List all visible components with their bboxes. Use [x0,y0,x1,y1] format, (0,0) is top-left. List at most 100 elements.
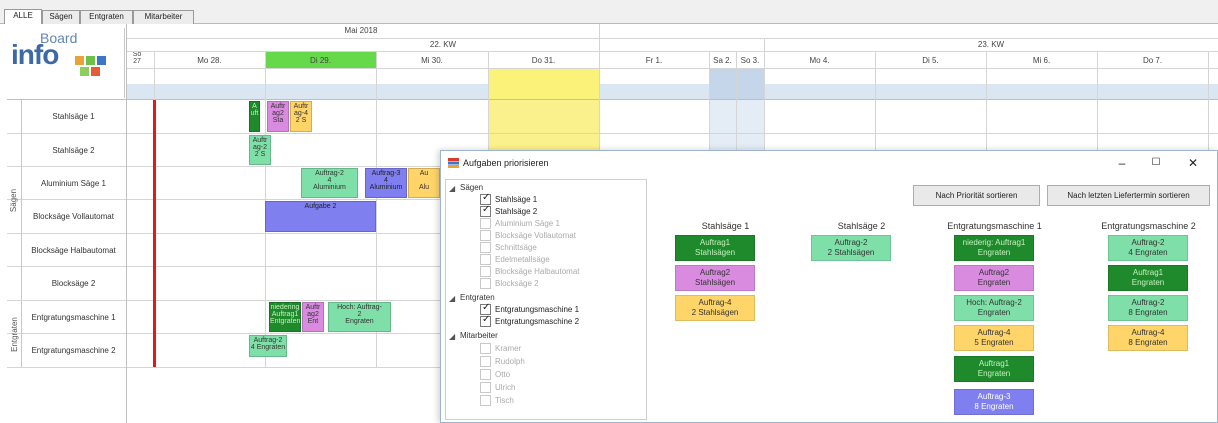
close-button[interactable]: ✕ [1179,154,1207,172]
task-card[interactable]: Auftrag-4 8 Engraten [1108,325,1188,351]
day-header: Fr 1. [645,56,663,65]
card-subtitle: Stahlsägen [694,248,736,257]
task-bar[interactable]: Aufgabe 2 [265,201,376,232]
task-card[interactable]: Auftrag1 Stahlsägen [675,235,755,261]
tab-entgraten[interactable]: Entgraten [80,10,133,24]
tree-checkbox[interactable] [480,395,491,406]
logo-square-orange [75,56,84,65]
tree-item-label[interactable]: Entgratungsmaschine 2 [495,317,579,326]
card-title: Auftrag-4 [1131,328,1165,337]
task-card[interactable]: Auftrag-2 8 Engraten [1108,295,1188,321]
tree-group-label[interactable]: Sägen [460,183,483,192]
app-icon [448,158,459,168]
tree-checkbox[interactable] [480,218,491,229]
task-bar[interactable]: Auftr ag2 Ent [302,302,324,332]
task-bar[interactable]: Auftr ag2 Sta [267,101,289,132]
tree-group-label[interactable]: Entgraten [460,293,495,302]
task-card[interactable]: Hoch: Auftrag-2 Engraten [954,295,1034,321]
card-subtitle: 2 Stahlsägen [827,248,875,257]
tab-saegen[interactable]: Sägen [42,10,80,24]
check-icon: ✓ [482,192,491,203]
resource-tree[interactable]: ◢ Sägen ✓ Stahlsäge 1 ✓ Stahlsäge 2 Alum… [445,179,647,420]
collapse-arrow-icon[interactable]: ◢ [449,184,455,193]
task-card[interactable]: Auftrag1 Engraten [1108,265,1188,291]
col-line [126,24,127,423]
card-title: Auftrag2 [978,268,1010,277]
sort-by-delivery-button[interactable]: Nach letzten Liefertermin sortieren [1047,185,1210,206]
tab-mitarbeiter[interactable]: Mitarbeiter [133,10,194,24]
tree-item-label: Blocksäge Vollautomat [495,231,576,240]
tree-item-label[interactable]: Stahlsäge 1 [495,195,537,204]
tree-checkbox[interactable] [480,369,491,380]
week-header-23: 23. KW [977,40,1005,49]
tree-checkbox[interactable] [480,382,491,393]
tree-item-label[interactable]: Stahlsäge 2 [495,207,537,216]
row-label-aluminium-saege-1[interactable]: Aluminium Säge 1 [22,167,125,199]
card-subtitle: 8 Engraten [1128,308,1168,317]
collapse-arrow-icon[interactable]: ◢ [449,294,455,303]
header-line [126,68,1218,69]
task-card[interactable]: Auftrag-4 2 Stahlsägen [675,295,755,321]
row-label-entgratungsmaschine-1[interactable]: Entgratungsmaschine 1 [22,301,125,333]
task-bar[interactable]: Hoch: Auftrag- 2 Engraten [328,302,391,332]
task-bar[interactable]: Auftr ag-2 2 S [249,135,271,165]
tree-checkbox[interactable]: ✓ [480,204,491,217]
card-subtitle: Engraten [977,248,1011,257]
header-line [126,38,1218,39]
tree-checkbox[interactable] [480,242,491,253]
day-header: Sa 2. [713,56,732,65]
group-entgraten: Entgraten [7,301,22,367]
card-subtitle: 8 Engraten [1128,338,1168,347]
task-card[interactable]: niederig: Auftrag1 Engraten [954,235,1034,261]
collapse-arrow-icon[interactable]: ◢ [449,332,455,341]
card-subtitle: Engraten [977,308,1011,317]
check-icon: ✓ [482,314,491,325]
task-bar[interactable]: Auftrag-2 4 Engraten [249,335,287,357]
tree-checkbox[interactable] [480,278,491,289]
task-card[interactable]: Auftrag2 Stahlsägen [675,265,755,291]
tree-item-label: Schnittsäge [495,243,537,252]
maximize-button[interactable]: ☐ [1142,154,1170,172]
header-shade [599,84,1218,99]
tree-checkbox[interactable] [480,356,491,367]
sort-by-priority-button[interactable]: Nach Priorität sortieren [913,185,1040,206]
task-bar[interactable]: A uft [249,101,260,132]
task-card[interactable]: Auftrag1 Engraten [954,356,1034,382]
task-bar[interactable]: Auftrag-3 4 Aluminium [365,168,407,198]
tree-group-label[interactable]: Mitarbeiter [460,331,498,340]
tree-checkbox[interactable]: ✓ [480,314,491,327]
task-bar[interactable]: Auftr ag-4 2 S [290,101,312,132]
row-label-blocksaege-vollautomat[interactable]: Blocksäge Vollautomat [22,200,125,233]
task-card[interactable]: Auftrag-2 2 Stahlsägen [811,235,891,261]
task-card[interactable]: Auftrag-4 5 Engraten [954,325,1034,351]
row-label-blocksaege-halbautomat[interactable]: Blocksäge Halbautomat [22,234,125,266]
tab-alle[interactable]: ALLE [4,9,42,24]
card-title: niederig: Auftrag1 [962,238,1026,247]
tree-checkbox[interactable] [480,230,491,241]
card-title: Auftrag-4 [977,328,1011,337]
tree-item-label[interactable]: Entgratungsmaschine 1 [495,305,579,314]
tree-item-label: Otto [495,370,511,379]
tree-checkbox[interactable] [480,343,491,354]
row-label-blocksaege-2[interactable]: Blocksäge 2 [22,267,125,300]
row-label-stahlsaege-1[interactable]: Stahlsäge 1 [22,100,125,133]
card-title: Auftrag1 [699,238,731,247]
header-shade [126,84,488,99]
task-card[interactable]: Auftrag-2 4 Engraten [1108,235,1188,261]
row-label-entgratungsmaschine-2[interactable]: Entgratungsmaschine 2 [22,334,125,367]
row-line [7,133,1218,134]
task-bar[interactable]: niedering Auftrag1 Entgraten [269,302,301,332]
task-card[interactable]: Auftrag-3 8 Engraten [954,389,1034,415]
card-title: Auftrag2 [699,268,731,277]
row-label-stahlsaege-2[interactable]: Stahlsäge 2 [22,134,125,166]
dialog-title-bar[interactable]: Aufgaben priorisieren – ☐ ✕ [441,151,1217,175]
view-tab-strip: ALLE Sägen Entgraten Mitarbeiter [0,0,1218,24]
task-bar[interactable]: Auftrag-2 4 Aluminium [301,168,358,198]
task-bar[interactable]: Au Alu [408,168,440,198]
tree-checkbox[interactable] [480,254,491,265]
task-card[interactable]: Auftrag2 Engraten [954,265,1034,291]
tree-checkbox[interactable] [480,266,491,277]
logo-info-text: info [11,39,59,70]
minimize-button[interactable]: – [1108,154,1136,172]
tree-item-label: Rudolph [495,357,525,366]
